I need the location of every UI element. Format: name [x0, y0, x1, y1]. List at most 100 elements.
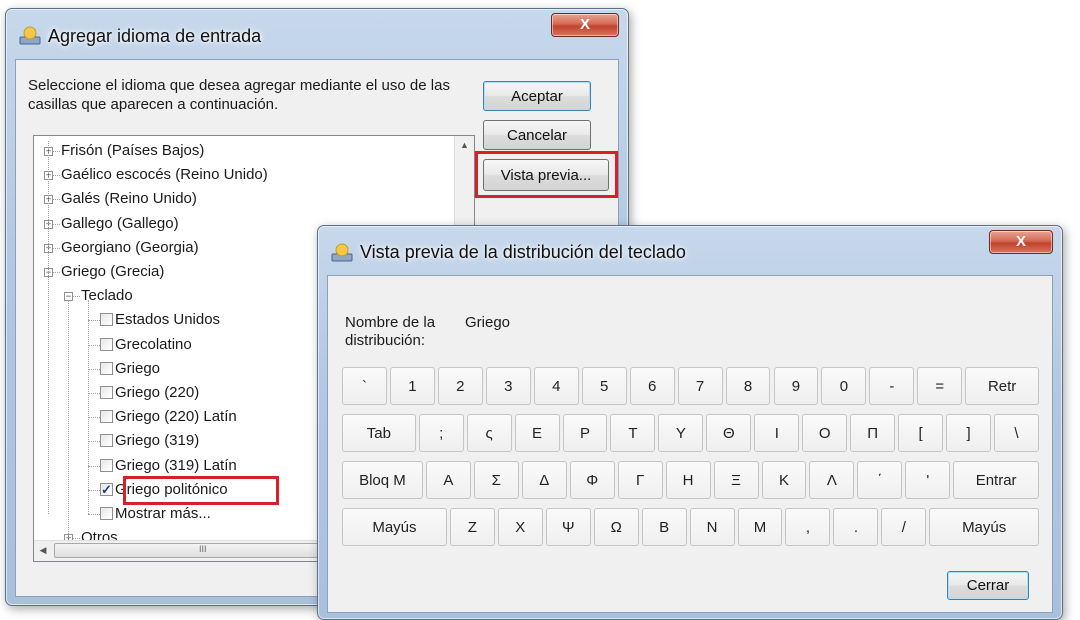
keyboard-key: Μ — [737, 508, 783, 546]
keyboard-key: Ο — [802, 414, 848, 452]
layout-checkbox[interactable]: ✓ — [100, 482, 113, 496]
tree-connector — [88, 393, 100, 394]
tree-connector — [88, 514, 100, 515]
keyboard-preview: ` 1 2 3 4 5 6 7 8 9 0- = Retr Tab; ς Ε Ρ Τ Υ Θ Ι Ο Π[] \ Bloq MΑ… — [342, 367, 1042, 557]
keyboard-key: Ρ — [562, 414, 608, 452]
dialog-title: Agregar idioma de entrada — [48, 26, 262, 46]
keyboard-layout-preview-dialog: Vista previa de la distribución del tecl… — [317, 225, 1063, 620]
tree-connector — [88, 344, 100, 346]
close-dialog-button[interactable]: Cerrar — [947, 571, 1029, 600]
politonico-highlight — [123, 476, 279, 505]
keyboard-key: ς — [466, 414, 512, 452]
scroll-grip-icon: III — [199, 544, 207, 554]
tree-item-label[interactable]: Gaélico escocés (Reino Unido) — [61, 165, 268, 185]
tree-connector — [88, 441, 100, 443]
keyboard-key: - — [869, 367, 915, 405]
keyboard-key: Σ — [473, 461, 519, 499]
keyboard-key: ' — [905, 461, 951, 499]
keyboard-key: Ε — [514, 414, 560, 452]
keyboard-key: Η — [665, 461, 711, 499]
layout-checkbox[interactable] — [100, 361, 113, 375]
tree-item-label[interactable]: Estados Unidos — [115, 310, 220, 330]
keyboard-key: Φ — [569, 461, 615, 499]
keyboard-key: Δ — [521, 461, 567, 499]
tree-connector — [53, 151, 60, 152]
keyboard-key: , — [785, 508, 831, 546]
keyboard-key: Ζ — [449, 508, 495, 546]
keyboard-key: Τ — [610, 414, 656, 452]
tree-connector — [73, 296, 80, 298]
tree-item-label[interactable]: Gallego (Gallego) — [61, 214, 179, 234]
tree-connector — [88, 320, 100, 322]
tree-connector — [53, 272, 60, 273]
keyboard-language-icon — [19, 26, 41, 46]
keyboard-key: Α — [425, 461, 471, 499]
keyboard-key: 1 — [389, 367, 435, 405]
layout-checkbox[interactable] — [100, 410, 113, 424]
keyboard-key: Ι — [754, 414, 800, 452]
accept-button[interactable]: Aceptar — [483, 81, 591, 111]
tree-item-label[interactable]: Mostrar más... — [115, 504, 211, 524]
layout-checkbox[interactable] — [100, 434, 113, 448]
keyboard-key: Θ — [706, 414, 752, 452]
keyboard-key: Χ — [497, 508, 543, 546]
scroll-thumb[interactable]: III — [54, 543, 354, 558]
tree-item-label[interactable]: Griego (319) — [115, 431, 199, 451]
keyboard-key: Mayús — [929, 508, 1039, 546]
tree-item-label[interactable]: Griego (Grecia) — [61, 262, 164, 282]
tree-item-label[interactable]: Frisón (Países Bajos) — [61, 141, 204, 161]
layout-checkbox[interactable] — [100, 337, 113, 351]
close-button[interactable]: X — [989, 230, 1053, 254]
keyboard-key: Β — [641, 508, 687, 546]
keyboard-key: Bloq M — [342, 461, 423, 499]
layout-checkbox[interactable] — [100, 507, 113, 520]
dialog-client-area: Nombre de la distribución: Griego ` 1 2 3 4 5… — [327, 275, 1053, 613]
scroll-up-icon[interactable]: ▲ — [455, 140, 474, 150]
keyboard-key: Υ — [658, 414, 704, 452]
keyboard-key: ; — [418, 414, 464, 452]
keyboard-key: Entrar — [953, 461, 1039, 499]
tree-connector — [53, 199, 60, 201]
tree-item-label[interactable]: Griego (319) Latín — [115, 456, 237, 476]
layout-name-label: Nombre de la distribución: — [345, 314, 436, 349]
keyboard-key: [ — [898, 414, 944, 452]
tree-item-label[interactable]: Griego (220) — [115, 383, 199, 403]
keyboard-key: Γ — [617, 461, 663, 499]
keyboard-key: Ν — [689, 508, 735, 546]
tree-connector — [88, 300, 89, 514]
keyboard-key: ΄ — [857, 461, 903, 499]
keyboard-key: Mayús — [342, 508, 447, 546]
dialog-title: Vista previa de la distribución del tecl… — [360, 242, 686, 262]
layout-checkbox[interactable] — [100, 458, 113, 472]
keyboard-key: \ — [994, 414, 1039, 452]
tree-item-label[interactable]: Galés (Reino Unido) — [61, 189, 197, 209]
keyboard-key: 9 — [773, 367, 819, 405]
keyboard-key: ` — [342, 367, 387, 405]
instructions-text: Seleccione el idioma que desea agregar m… — [28, 77, 450, 113]
keyboard-key: 5 — [581, 367, 627, 405]
keyboard-key: = — [917, 367, 963, 405]
close-button[interactable]: X — [551, 13, 619, 37]
tree-connector — [48, 141, 49, 514]
keyboard-key: 4 — [533, 367, 579, 405]
tree-item-label[interactable]: Griego (220) Latín — [115, 407, 237, 427]
tree-item-label[interactable]: Grecolatino — [115, 335, 192, 355]
keyboard-key: . — [833, 508, 879, 546]
scroll-left-icon[interactable]: ◀ — [36, 545, 50, 556]
keyboard-key: 2 — [437, 367, 483, 405]
keyboard-language-icon — [331, 243, 353, 263]
keyboard-key: Λ — [809, 461, 855, 499]
keyboard-key: ] — [946, 414, 992, 452]
cancel-button[interactable]: Cancelar — [483, 120, 591, 150]
layout-checkbox[interactable] — [100, 313, 113, 327]
keyboard-key: 8 — [725, 367, 771, 405]
tree-item-label[interactable]: Georgiano (Georgia) — [61, 238, 199, 258]
tree-connector — [53, 175, 60, 177]
keyboard-key: 3 — [485, 367, 531, 405]
layout-checkbox[interactable] — [100, 386, 113, 399]
tree-connector — [88, 465, 100, 467]
layout-name-value: Griego — [465, 314, 511, 331]
keyboard-key: 6 — [629, 367, 675, 405]
tree-item-label[interactable]: Griego — [115, 359, 160, 379]
preview-button-highlight — [475, 151, 618, 198]
